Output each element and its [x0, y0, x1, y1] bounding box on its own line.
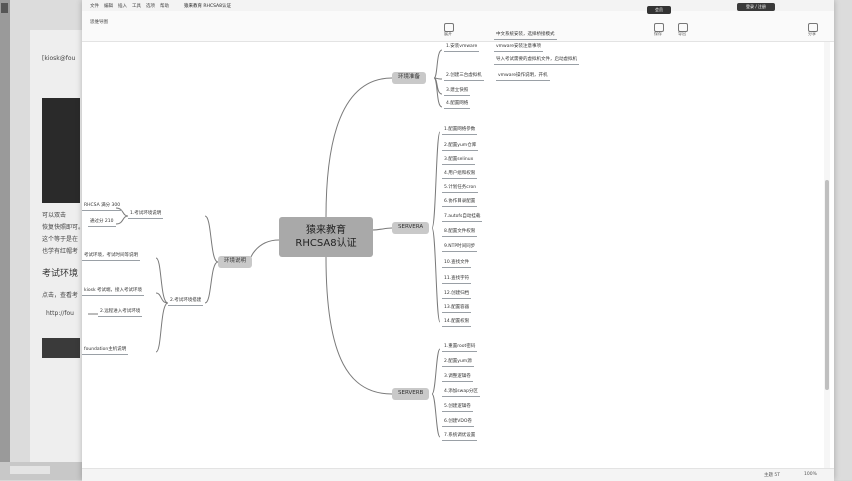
env-detail[interactable]: 中文系统安装，选择桥接模式: [494, 32, 557, 40]
serverb-item[interactable]: 3.调整逻辑卷: [442, 374, 473, 382]
serverb-item[interactable]: 1.重置root密码: [442, 344, 478, 352]
intro-item[interactable]: 1.考试环境说明: [128, 211, 164, 219]
env-detail[interactable]: vmware操作说明，开机: [496, 73, 550, 81]
connector-root-intro: [249, 239, 280, 263]
env-item[interactable]: 2.创建三台虚拟机: [444, 73, 484, 81]
serverb-item[interactable]: 7.系统调优设置: [442, 433, 478, 441]
servera-item[interactable]: 1.配置网络参数: [442, 127, 478, 135]
mindmap-connectors: [88, 49, 443, 438]
env-item[interactable]: 3.建立快照: [444, 88, 471, 96]
env-detail[interactable]: 导入考试需要的虚拟机文件，启动虚拟机: [494, 57, 579, 65]
branch-servera[interactable]: SERVERA: [392, 222, 430, 234]
connector-root-servera: [371, 227, 393, 231]
servera-item[interactable]: 4.用户组和权限: [442, 171, 478, 179]
servera-item[interactable]: 3.配置selinux: [442, 157, 476, 165]
env-item[interactable]: 1.安装vmware: [444, 44, 480, 52]
connector-intro-details: [88, 207, 169, 353]
servera-item[interactable]: 2.配置yum仓库: [442, 143, 479, 151]
intro-item[interactable]: 2.考试环境搭建: [168, 298, 204, 306]
servera-item[interactable]: 8.配置文件权限: [442, 229, 478, 237]
servera-item[interactable]: 14.配置权限: [442, 319, 472, 327]
env-item[interactable]: 4.配置网络: [444, 101, 471, 109]
connector-env-items: [433, 49, 443, 108]
connector-root-serverb: [325, 256, 393, 395]
intro-detail[interactable]: kiosk 考试端，接入考试环境: [82, 288, 144, 296]
branch-serverb[interactable]: SERVERB: [392, 388, 430, 400]
branch-environment-intro[interactable]: 环境说明: [218, 256, 253, 268]
serverb-item[interactable]: 6.创建VDO卷: [442, 419, 474, 427]
intro-detail[interactable]: 通过分 210: [88, 219, 116, 227]
servera-item[interactable]: 12.创建归档: [442, 291, 472, 299]
servera-item[interactable]: 13.配置容器: [442, 305, 472, 313]
intro-detail[interactable]: 考试环境，考试时间等说明: [82, 253, 140, 261]
servera-item[interactable]: 9.NTP时间同步: [442, 244, 478, 252]
root-title-line1: 猿来教育: [306, 225, 346, 236]
mindmap-root-node[interactable]: 猿来教育 RHCSA8认证: [279, 217, 373, 257]
serverb-item[interactable]: 4.添加swap分区: [442, 389, 480, 397]
serverb-item[interactable]: 2.配置yum源: [442, 359, 474, 367]
connector-root-env: [325, 77, 393, 218]
servera-item[interactable]: 6.协作目录配置: [442, 199, 478, 207]
branch-environment-prep[interactable]: 环境准备: [392, 72, 427, 84]
intro-detail[interactable]: foundation主机说明: [82, 347, 129, 355]
servera-item[interactable]: 10.查找文件: [442, 260, 472, 268]
connector-servera-items: [431, 131, 441, 323]
root-title-line2: RHCSA8认证: [295, 238, 357, 249]
intro-detail[interactable]: 2.远程进入考试环境: [98, 309, 143, 317]
intro-detail[interactable]: RHCSA 满分 300: [82, 203, 123, 211]
connector-intro-items: [204, 215, 219, 304]
env-detail[interactable]: vmware安装注意事项: [494, 44, 544, 52]
servera-item[interactable]: 7.autofs自动挂载: [442, 214, 483, 222]
servera-item[interactable]: 5.计划任务cron: [442, 185, 479, 193]
servera-item[interactable]: 11.查找字符: [442, 276, 472, 284]
connector-serverb-items: [431, 348, 441, 438]
serverb-item[interactable]: 5.创建逻辑卷: [442, 404, 473, 412]
